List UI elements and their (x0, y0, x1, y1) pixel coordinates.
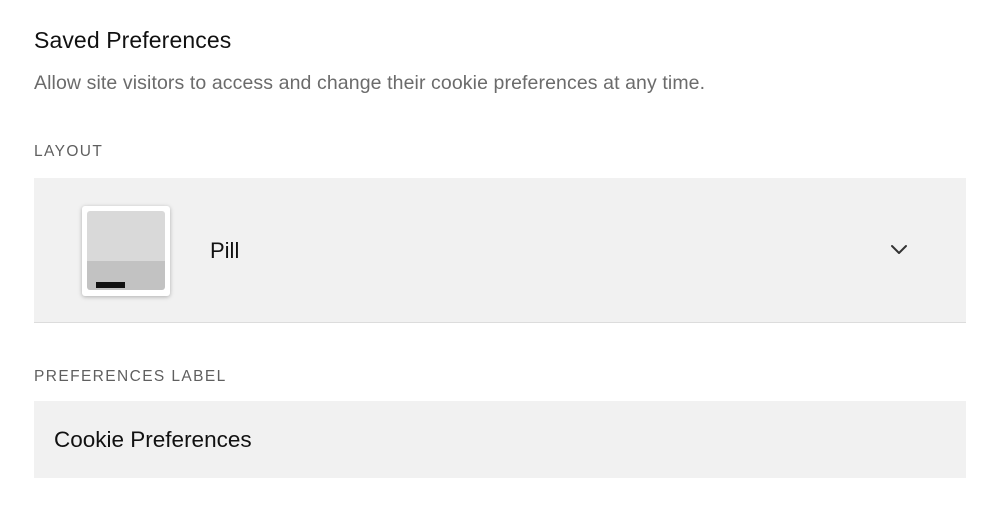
preferences-label-field-label: PREFERENCES LABEL (34, 368, 227, 385)
layout-field-label: LAYOUT (34, 143, 104, 160)
layout-preview-thumbnail (82, 206, 170, 296)
section-description: Allow site visitors to access and change… (34, 72, 706, 94)
thumbnail-page-area (87, 211, 165, 261)
preferences-label-value: Cookie Preferences (54, 427, 252, 452)
thumbnail-footer-area (87, 261, 165, 290)
preferences-label-input[interactable]: Cookie Preferences (34, 401, 966, 478)
thumbnail-pill-marker (96, 282, 125, 288)
layout-select[interactable]: Pill (34, 178, 966, 323)
chevron-down-icon[interactable] (889, 242, 909, 256)
section-title: Saved Preferences (34, 27, 232, 53)
layout-selected-value: Pill (210, 238, 240, 263)
saved-preferences-panel: Saved Preferences Allow site visitors to… (0, 0, 1000, 515)
